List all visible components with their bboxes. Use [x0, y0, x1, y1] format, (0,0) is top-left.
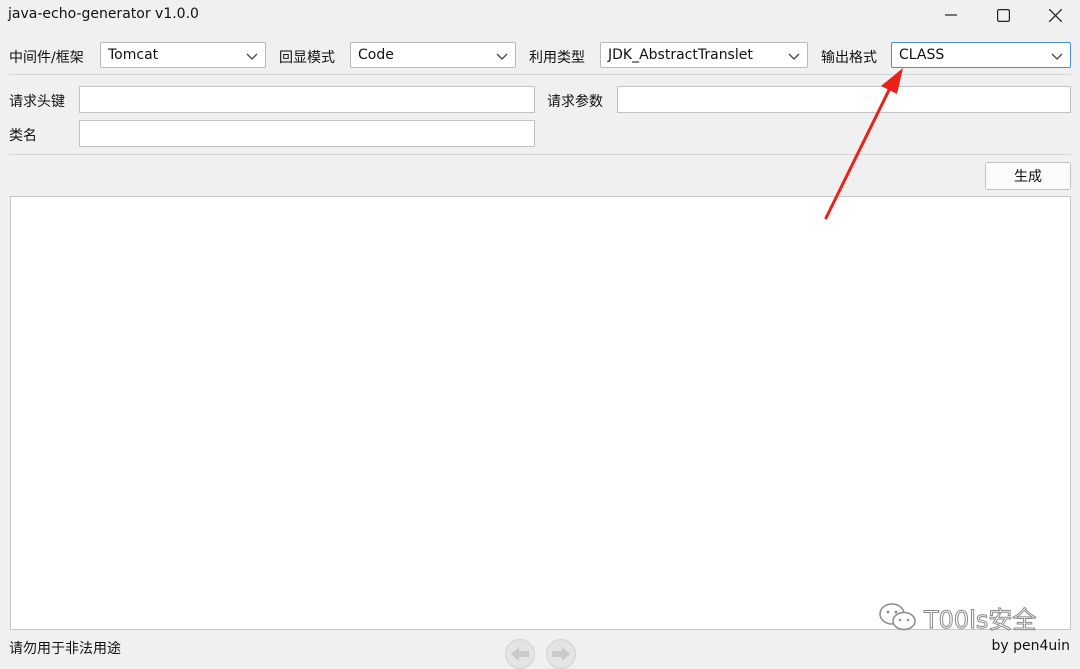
output-format-value: CLASS — [899, 47, 945, 63]
echo-mode-select[interactable]: Code — [350, 42, 516, 68]
output-format-label: 输出格式 — [821, 50, 877, 66]
arrow-right-icon — [552, 647, 570, 661]
output-format-select[interactable]: CLASS — [891, 42, 1071, 68]
close-icon — [1048, 8, 1062, 22]
author-text: by pen4uin — [991, 638, 1070, 654]
close-button[interactable] — [1030, 0, 1080, 30]
title-bar: java-echo-generator v1.0.0 — [0, 0, 1080, 32]
minimize-icon — [945, 14, 957, 16]
middleware-select[interactable]: Tomcat — [100, 42, 266, 68]
chevron-down-icon — [246, 53, 258, 60]
divider — [9, 154, 1071, 155]
divider — [9, 74, 1071, 75]
chevron-down-icon — [788, 53, 800, 60]
maximize-button[interactable] — [978, 0, 1028, 30]
param-input[interactable] — [617, 86, 1071, 113]
watermark-text: T00ls安全 — [923, 605, 1037, 634]
exploit-type-label: 利用类型 — [529, 50, 585, 66]
watermark: T00ls安全 — [878, 600, 1054, 634]
param-label: 请求参数 — [547, 94, 603, 110]
echo-mode-label: 回显模式 — [279, 50, 335, 66]
chevron-down-icon — [1051, 53, 1063, 60]
window-title: java-echo-generator v1.0.0 — [8, 6, 199, 22]
maximize-icon — [996, 8, 1010, 22]
generate-button[interactable]: 生成 — [985, 162, 1071, 190]
minimize-button[interactable] — [926, 0, 976, 30]
warning-text: 请勿用于非法用途 — [9, 641, 121, 657]
header-key-label: 请求头键 — [9, 94, 65, 110]
middleware-label: 中间件/框架 — [9, 50, 84, 66]
exploit-type-value: JDK_AbstractTranslet — [608, 47, 753, 63]
class-name-input[interactable] — [79, 120, 535, 147]
class-name-label: 类名 — [9, 128, 37, 144]
exploit-type-select[interactable]: JDK_AbstractTranslet — [600, 42, 808, 68]
middleware-value: Tomcat — [108, 47, 159, 63]
arrow-left-icon — [511, 647, 529, 661]
header-key-input[interactable] — [79, 86, 535, 113]
output-textarea[interactable] — [10, 196, 1071, 630]
wechat-icon — [879, 603, 916, 631]
chevron-down-icon — [496, 53, 508, 60]
echo-mode-value: Code — [358, 47, 394, 63]
